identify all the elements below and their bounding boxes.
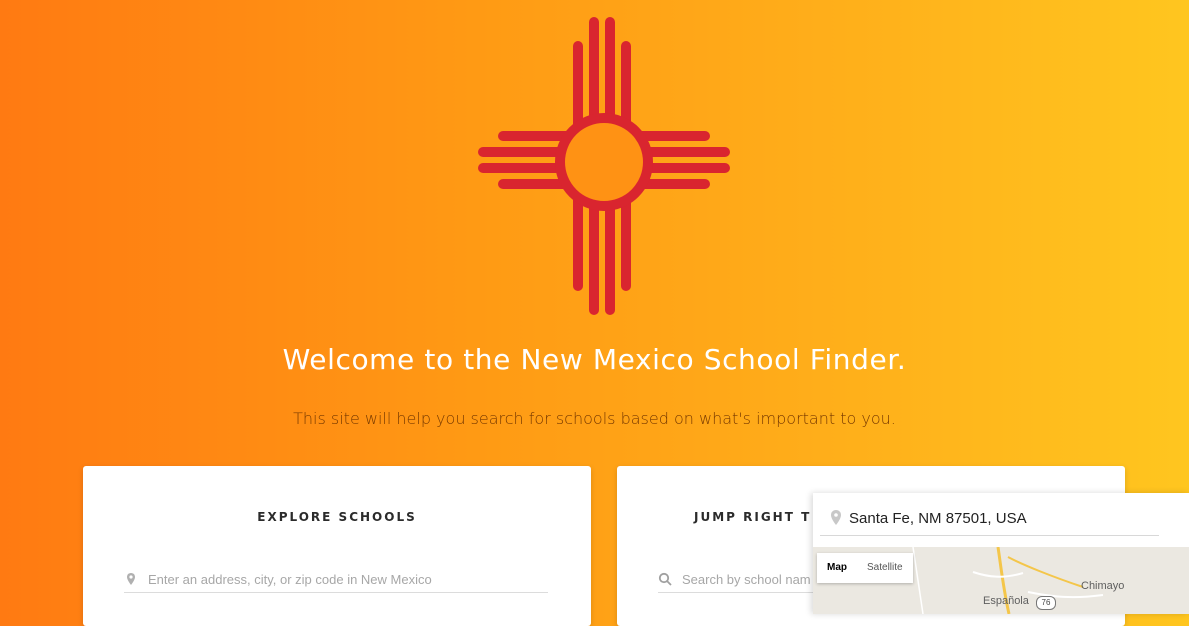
map-type-map-button[interactable]: Map bbox=[817, 553, 857, 583]
map-label-espanola: Española bbox=[983, 595, 1029, 607]
map-pin-icon bbox=[127, 573, 135, 585]
map-canvas[interactable]: Map Satellite Chimayo Española 76 bbox=[813, 547, 1189, 614]
highway-shield-icon: 76 bbox=[1036, 596, 1056, 610]
explore-schools-title: EXPLORE SCHOOLS bbox=[257, 510, 417, 524]
map-search-result[interactable]: Santa Fe, NM 87501, USA bbox=[813, 493, 1189, 547]
jump-right-title: JUMP RIGHT T bbox=[694, 510, 812, 524]
map-search-value: Santa Fe, NM 87501, USA bbox=[849, 510, 1027, 527]
map-type-toggle: Map Satellite bbox=[817, 553, 913, 583]
map-label-chimayo: Chimayo bbox=[1081, 580, 1125, 592]
address-input[interactable] bbox=[146, 570, 548, 588]
map-pin-icon bbox=[831, 510, 841, 525]
map-search-divider bbox=[820, 535, 1159, 536]
address-field bbox=[124, 566, 548, 593]
search-icon bbox=[658, 572, 672, 586]
zia-sun-logo bbox=[478, 17, 730, 315]
page-subtitle: This site will help you search for schoo… bbox=[293, 409, 896, 428]
hero-section: Welcome to the New Mexico School Finder.… bbox=[0, 0, 1189, 626]
page-title: Welcome to the New Mexico School Finder. bbox=[282, 343, 907, 376]
map-popup: Santa Fe, NM 87501, USA Map Satellite Ch… bbox=[813, 493, 1189, 614]
map-type-satellite-button[interactable]: Satellite bbox=[857, 553, 913, 583]
explore-schools-card: EXPLORE SCHOOLS bbox=[83, 466, 591, 626]
